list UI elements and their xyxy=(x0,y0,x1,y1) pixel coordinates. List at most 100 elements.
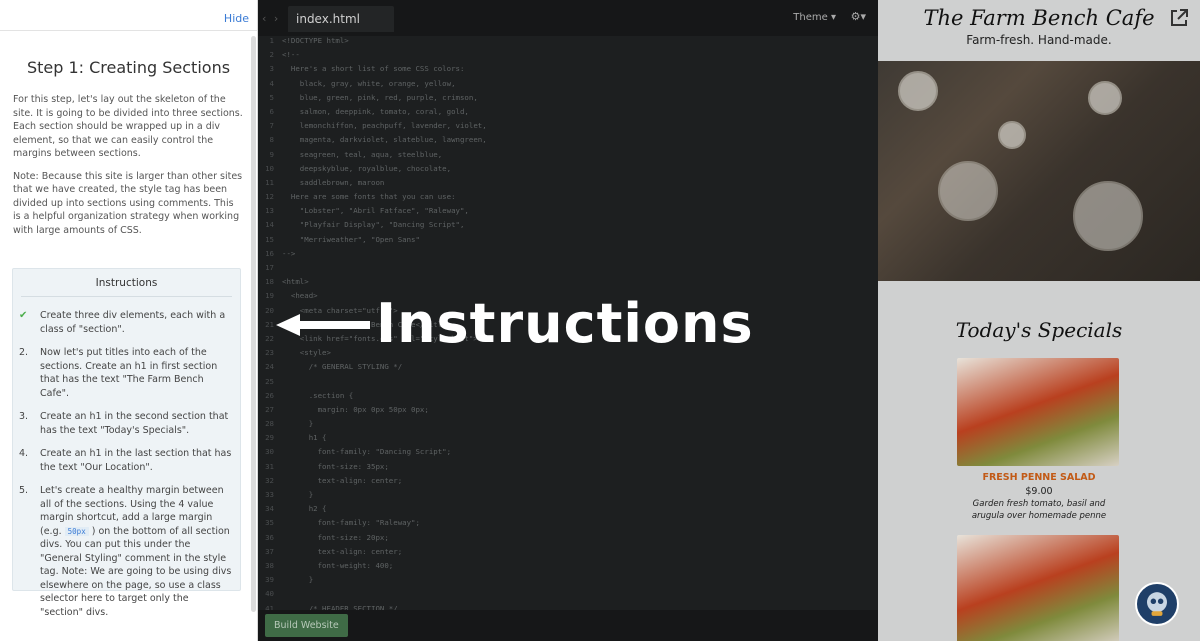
plate-shape xyxy=(1073,181,1143,251)
tab-index-html[interactable]: index.html xyxy=(288,6,394,32)
preview-specials-heading: Today's Specials xyxy=(955,318,1123,342)
line-number: 19 xyxy=(265,291,274,301)
line-number: 34 xyxy=(265,504,274,514)
code-line: 1 <!DOCTYPE html> xyxy=(258,34,878,48)
instruction-number: 2. xyxy=(19,347,29,358)
code-line: 26 .section { xyxy=(258,389,878,403)
code-line: 34 h2 { xyxy=(258,502,878,516)
line-number: 33 xyxy=(265,490,274,499)
line-number: 18 xyxy=(265,277,274,287)
dish-image xyxy=(957,358,1119,466)
code-text: .section { xyxy=(282,390,354,400)
code-text: font-family: "Raleway"; xyxy=(282,518,420,528)
plate-shape xyxy=(1088,81,1122,115)
instructions-list: ✔ Create three div elements, each with a… xyxy=(13,297,240,619)
code-text: seagreen, teal, aqua, steelblue, xyxy=(282,149,443,159)
line-number: 23 xyxy=(265,348,274,358)
instruction-item: ✔ Create three div elements, each with a… xyxy=(19,309,232,336)
code-line: 11 saddlebrown, maroon xyxy=(258,176,878,190)
panel-header: Hide xyxy=(0,0,257,31)
code-text: <html> xyxy=(282,277,309,287)
editor-tabbar: ‹ › index.html xyxy=(258,0,878,36)
dish-image xyxy=(957,535,1119,641)
instruction-item: 3. Create an h1 in the second section th… xyxy=(19,410,232,437)
dish-name: FRESH PENNE SALAD xyxy=(982,472,1096,483)
line-number: 14 xyxy=(265,220,274,230)
instructions-box: Instructions ✔ Create three div elements… xyxy=(12,268,241,618)
code-line: 32 text-align: center; xyxy=(258,474,878,488)
line-number: 17 xyxy=(265,263,274,272)
line-number: 24 xyxy=(265,362,274,372)
assistant-bot-icon[interactable] xyxy=(1135,582,1179,626)
code-text: font-family: "Dancing Script"; xyxy=(282,447,452,457)
line-number: 37 xyxy=(265,546,274,556)
line-number: 39 xyxy=(265,575,274,585)
line-number: 10 xyxy=(265,163,274,173)
plate-shape xyxy=(998,121,1026,149)
code-line: 10 deepskyblue, royalblue, chocolate, xyxy=(258,162,878,176)
code-line: 2 <!-- xyxy=(258,48,878,62)
preview-site-subtitle: Farm-fresh. Hand-made. xyxy=(966,33,1112,47)
line-number: 40 xyxy=(265,589,274,599)
dish-description: Garden fresh tomato, basil and arugula o… xyxy=(971,499,1107,521)
code-text: <!-- xyxy=(282,50,300,60)
hide-button[interactable]: Hide xyxy=(224,12,249,25)
code-line: 9 seagreen, teal, aqua, steelblue, xyxy=(258,148,878,162)
code-text: h1 { xyxy=(282,433,327,443)
code-text: margin: 0px 0px 50px 0px; xyxy=(282,404,429,414)
line-number: 15 xyxy=(265,234,274,244)
code-line: 12 Here are some fonts that you can use: xyxy=(258,190,878,204)
line-number: 8 xyxy=(269,135,274,145)
hero-image xyxy=(878,61,1200,281)
code-line: 40 xyxy=(258,587,878,601)
dish-price: $9.00 xyxy=(1025,486,1053,497)
instruction-text: Create an h1 in the second section that … xyxy=(40,411,229,436)
code-text: black, gray, white, orange, yellow, xyxy=(282,78,456,88)
line-number: 35 xyxy=(265,518,274,528)
site-preview: The Farm Bench Cafe Farm-fresh. Hand-mad… xyxy=(878,0,1200,641)
code-text: "Playfair Display", "Dancing Script", xyxy=(282,220,465,230)
instructions-panel: Hide Step 1: Creating Sections For this … xyxy=(0,0,258,641)
line-number: 1 xyxy=(269,36,274,45)
code-text: --> xyxy=(282,248,296,258)
code-text: font-weight: 400; xyxy=(282,560,394,570)
code-text: salmon, deeppink, tomato, coral, gold, xyxy=(282,106,469,116)
code-text: /* GENERAL STYLING */ xyxy=(282,362,403,372)
panel-scrollbar[interactable] xyxy=(251,36,256,612)
line-number: 13 xyxy=(265,206,274,216)
code-line: 4 black, gray, white, orange, yellow, xyxy=(258,77,878,91)
line-number: 29 xyxy=(265,433,274,443)
code-line: 35 font-family: "Raleway"; xyxy=(258,516,878,530)
code-line: 31 font-size: 35px; xyxy=(258,460,878,474)
code-line: 30 font-family: "Dancing Script"; xyxy=(258,445,878,459)
code-text: blue, green, pink, red, purple, crimson, xyxy=(282,92,478,102)
code-text: Here's a short list of some CSS colors: xyxy=(282,64,465,74)
code-text: font-size: 35px; xyxy=(282,461,389,471)
line-number: 5 xyxy=(269,92,274,102)
line-number: 11 xyxy=(265,177,274,187)
nav-arrows-icon[interactable]: ‹ › xyxy=(258,12,288,25)
code-line: 39 } xyxy=(258,573,878,587)
line-number: 27 xyxy=(265,404,274,414)
code-line: 5 blue, green, pink, red, purple, crimso… xyxy=(258,91,878,105)
code-line: 15 "Merriweather", "Open Sans" xyxy=(258,233,878,247)
theme-dropdown[interactable]: Theme ▾ xyxy=(793,12,836,23)
line-number: 7 xyxy=(269,121,274,131)
robot-icon xyxy=(1147,592,1167,616)
gear-icon[interactable]: ⚙▾ xyxy=(851,10,866,23)
external-link-icon[interactable] xyxy=(1169,8,1189,28)
line-number: 3 xyxy=(269,64,274,74)
plate-shape xyxy=(938,161,998,221)
instruction-number: 4. xyxy=(19,448,29,459)
code-text: magenta, darkviolet, slateblue, lawngree… xyxy=(282,135,487,145)
code-text: } xyxy=(282,490,314,499)
build-website-button[interactable]: Build Website xyxy=(265,614,348,637)
code-text: deepskyblue, royalblue, chocolate, xyxy=(282,163,452,173)
line-number: 16 xyxy=(265,248,274,258)
code-text: <head> xyxy=(282,291,318,301)
instruction-number: 5. xyxy=(19,485,29,496)
code-text: lemonchiffon, peachpuff, lavender, viole… xyxy=(282,121,487,131)
instruction-item: 2. Now let's put titles into each of the… xyxy=(19,346,232,400)
code-text: <!DOCTYPE html> xyxy=(282,36,349,45)
instruction-text: Create three div elements, each with a c… xyxy=(40,310,226,335)
